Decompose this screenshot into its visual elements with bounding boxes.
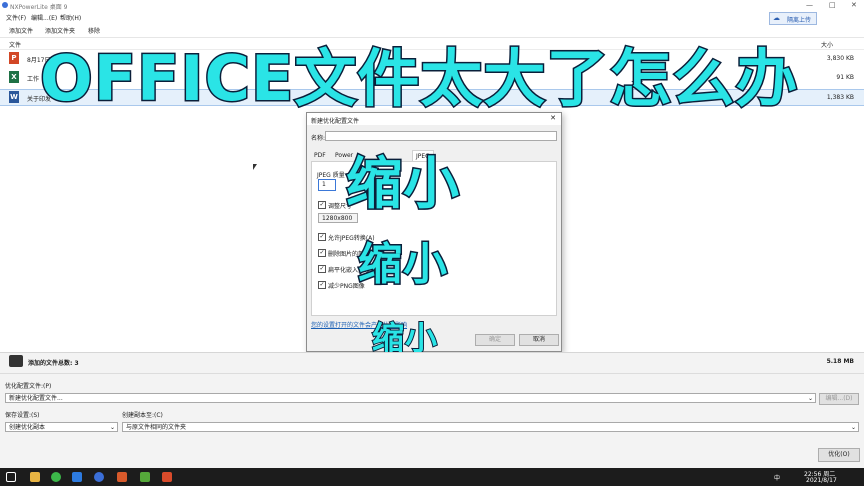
allow-jpeg-checkbox[interactable]: ✓ xyxy=(318,233,326,241)
mouse-cursor xyxy=(253,164,257,170)
title-bar: NXPowerLite 桌面 9 — □ ✕ xyxy=(0,0,864,11)
name-label: 名称: xyxy=(311,135,326,142)
shrink-text-large: 缩小 xyxy=(345,151,461,219)
divider xyxy=(0,373,864,374)
reduce-png-checkbox[interactable]: ✓ xyxy=(318,281,326,289)
tab-pdf[interactable]: PDF xyxy=(314,152,326,159)
toolbar: 添加文件 添加文件夹 移除 xyxy=(0,23,864,38)
ime-indicator[interactable]: 中 xyxy=(774,473,780,482)
save-settings-label: 保存设置:(S) xyxy=(5,412,40,419)
maximize-button[interactable]: □ xyxy=(829,1,836,9)
window-title: NXPowerLite 桌面 9 xyxy=(10,4,68,11)
taskbar: 中 22:56 周二 2021/8/17 xyxy=(0,468,864,486)
resize-checkbox[interactable]: ✓ xyxy=(318,201,326,209)
menu-file[interactable]: 文件(F) xyxy=(6,13,26,22)
edit-profile-button[interactable]: 编辑...(D) xyxy=(819,393,859,405)
column-file[interactable]: 文件 xyxy=(9,40,21,49)
app-icon-green[interactable] xyxy=(140,472,150,482)
dialog-close-button[interactable]: ✕ xyxy=(550,114,556,122)
minimize-button[interactable]: — xyxy=(806,1,813,9)
powerpoint-icon: P xyxy=(9,52,19,64)
name-input[interactable] xyxy=(325,131,557,141)
chevron-down-icon: ⌄ xyxy=(850,424,856,431)
add-folder-button[interactable]: 添加文件夹 xyxy=(45,26,75,35)
copy-to-select[interactable]: 与原文件相同的文件夹 ⌄ xyxy=(122,422,859,432)
start-icon[interactable] xyxy=(6,472,16,482)
add-file-button[interactable]: 添加文件 xyxy=(9,26,33,35)
copy-to-label: 创建副本至:(C) xyxy=(122,412,163,419)
jpeg-quality-label: JPEG 质量 xyxy=(317,172,345,179)
folder-icon[interactable] xyxy=(30,472,40,482)
menu-help[interactable]: 帮助(H) xyxy=(60,13,81,22)
chevron-down-icon: ⌄ xyxy=(807,395,813,402)
optimize-button[interactable]: 优化(O) xyxy=(818,448,860,462)
delete-crop-checkbox[interactable]: ✓ xyxy=(318,249,326,257)
profile-dialog: 新建优化配置文件 ✕ 名称: PDF Power JPEG JPEG 质量 1 … xyxy=(306,112,562,352)
app-icon xyxy=(2,2,8,8)
nxpowerlite-logo xyxy=(9,355,23,367)
menu-edit[interactable]: 编辑...(E) xyxy=(31,13,57,22)
chevron-down-icon: ⌄ xyxy=(109,424,115,431)
powerpoint-taskbar-icon[interactable] xyxy=(117,472,127,482)
remove-button[interactable]: 移除 xyxy=(88,26,100,35)
close-button[interactable]: ✕ xyxy=(851,1,857,9)
clock-date: 2021/8/17 xyxy=(806,477,837,484)
files-count: 添加的文件总数: 3 xyxy=(28,360,79,367)
profile-label: 优化配置文件:(P) xyxy=(5,383,52,390)
column-size[interactable]: 大小 xyxy=(821,40,833,49)
menu-bar: 文件(F) 编辑...(E) 帮助(H) xyxy=(0,11,864,23)
app-icon-red[interactable] xyxy=(162,472,172,482)
headline-overlay: OFFICE文件太大了怎么办 xyxy=(38,42,799,115)
nxpowerlite-taskbar-icon[interactable] xyxy=(94,472,104,482)
app-icon-blue[interactable] xyxy=(72,472,82,482)
settings-panel: 添加的文件总数: 3 5.18 MB 优化配置文件:(P) 新建优化配置文件..… xyxy=(0,352,864,469)
browser-icon[interactable] xyxy=(51,472,61,482)
cancel-button[interactable]: 取消 xyxy=(519,334,559,346)
jpeg-quality-spinner[interactable]: 1 xyxy=(318,179,336,191)
profile-select[interactable]: 新建优化配置文件... ⌄ xyxy=(5,393,816,403)
ok-button[interactable]: 确定 xyxy=(475,334,515,346)
shrink-text-medium: 缩小 xyxy=(357,238,449,292)
word-icon: W xyxy=(9,91,19,103)
total-size: 5.18 MB xyxy=(826,358,854,365)
cloud-icon: ☁ xyxy=(773,14,780,22)
dialog-title: 新建优化配置文件 xyxy=(311,118,360,125)
excel-icon: X xyxy=(9,71,19,83)
flatten-checkbox[interactable]: ✓ xyxy=(318,265,326,273)
save-settings-select[interactable]: 创建优化副本 ⌄ xyxy=(5,422,118,432)
